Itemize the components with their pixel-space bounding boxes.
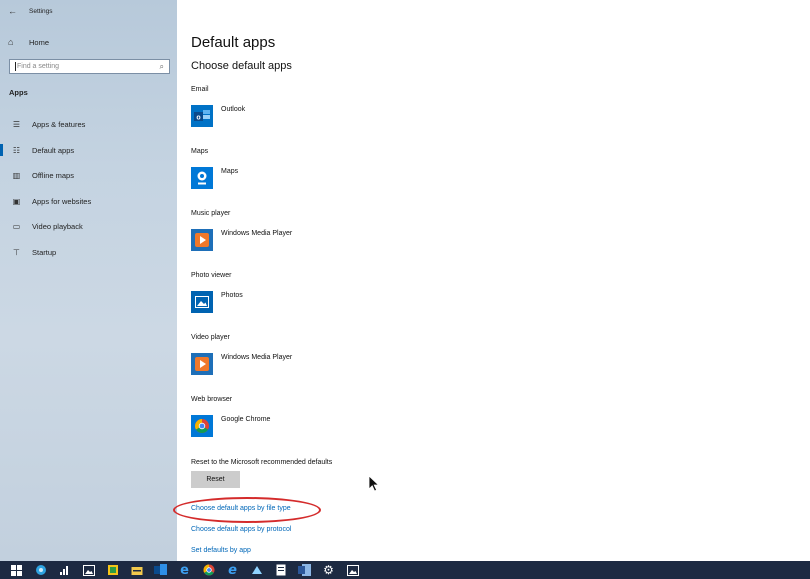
default-app-maps[interactable]: Maps bbox=[191, 167, 238, 189]
sidebar-item-label: Apps & features bbox=[32, 119, 86, 129]
sidebar-item-apps-features[interactable]: ☰ Apps & features bbox=[0, 114, 177, 134]
text-caret bbox=[15, 62, 16, 71]
category-label-video-player: Video player bbox=[191, 334, 230, 341]
google-chrome-icon bbox=[191, 415, 213, 437]
reset-label: Reset to the Microsoft recommended defau… bbox=[191, 459, 333, 466]
link-set-defaults-by-app[interactable]: Set defaults by app bbox=[191, 547, 251, 554]
app-name: Outlook bbox=[221, 106, 246, 113]
sidebar-item-label: Video playback bbox=[32, 221, 83, 231]
sidebar-home[interactable]: ⌂ Home bbox=[8, 37, 49, 47]
app-name: Windows Media Player bbox=[221, 354, 293, 361]
word-icon[interactable] bbox=[298, 564, 311, 577]
video-playback-icon: ▭ bbox=[12, 221, 21, 231]
outlook-taskbar-icon[interactable] bbox=[154, 564, 167, 577]
app-name: Photos bbox=[221, 292, 243, 299]
sidebar-item-label: Startup bbox=[32, 247, 57, 257]
apps-for-websites-icon: ▣ bbox=[12, 196, 21, 206]
apps-features-icon: ☰ bbox=[12, 119, 21, 129]
photos-taskbar-icon[interactable] bbox=[346, 564, 359, 577]
category-label-music-player: Music player bbox=[191, 210, 231, 217]
sidebar-item-label: Default apps bbox=[32, 145, 75, 155]
back-arrow-icon[interactable]: ← bbox=[8, 6, 17, 16]
sidebar-item-label: Offline maps bbox=[32, 170, 74, 180]
document-icon[interactable] bbox=[274, 564, 287, 577]
edge-icon[interactable]: e bbox=[178, 563, 191, 578]
home-label: Home bbox=[29, 37, 50, 47]
page-subtitle: Choose default apps bbox=[191, 60, 292, 72]
windows-media-player-icon bbox=[191, 229, 213, 251]
search-input[interactable]: Find a setting ⌕ bbox=[9, 59, 170, 74]
chrome-icon[interactable] bbox=[202, 564, 215, 577]
start-windows-icon[interactable] bbox=[10, 564, 23, 577]
sidebar-item-label: Apps for websites bbox=[32, 196, 92, 206]
annotation-ellipse bbox=[173, 497, 321, 523]
category-label-web-browser: Web browser bbox=[191, 396, 233, 403]
settings-gear-icon[interactable]: ⚙ bbox=[322, 563, 335, 577]
app-name: Maps bbox=[221, 168, 239, 175]
title-bar: ← Settings bbox=[0, 0, 177, 22]
default-app-photo-viewer[interactable]: Photos bbox=[191, 291, 243, 313]
windows-media-player-icon bbox=[191, 353, 213, 375]
image-icon[interactable] bbox=[82, 564, 95, 577]
window-title: Settings bbox=[29, 7, 53, 15]
offline-maps-icon: ▥ bbox=[12, 170, 21, 180]
sidebar-item-video-playback[interactable]: ▭ Video playback bbox=[0, 216, 177, 236]
default-app-web-browser[interactable]: Google Chrome bbox=[191, 415, 270, 437]
default-app-music-player[interactable]: Windows Media Player bbox=[191, 229, 292, 251]
sidebar: ← Settings ⌂ Home Find a setting ⌕ Apps … bbox=[0, 0, 177, 561]
sidebar-item-default-apps[interactable]: ☷ Default apps bbox=[0, 140, 177, 160]
outlook-icon: o bbox=[191, 105, 213, 127]
category-label-email: Email bbox=[191, 86, 209, 93]
search-placeholder: Find a setting bbox=[17, 63, 60, 70]
app-name: Google Chrome bbox=[221, 416, 271, 423]
mouse-cursor-icon bbox=[368, 475, 380, 492]
taskbar: e e ⚙ bbox=[0, 561, 810, 579]
main-content: Default apps Choose default apps Email o… bbox=[191, 0, 791, 561]
sticky-notes-icon[interactable] bbox=[106, 564, 119, 577]
search-icon[interactable]: ⌕ bbox=[160, 62, 164, 72]
app-name: Windows Media Player bbox=[221, 230, 293, 237]
sidebar-item-apps-for-websites[interactable]: ▣ Apps for websites bbox=[0, 191, 177, 211]
page-title: Default apps bbox=[191, 34, 276, 51]
photos-icon bbox=[191, 291, 213, 313]
svg-text:o: o bbox=[196, 114, 200, 121]
file-explorer-icon[interactable] bbox=[130, 564, 143, 577]
home-icon: ⌂ bbox=[8, 37, 14, 47]
link-default-apps-by-protocol[interactable]: Choose default apps by protocol bbox=[191, 526, 291, 533]
default-apps-icon: ☷ bbox=[12, 145, 21, 155]
reset-button[interactable]: Reset bbox=[191, 471, 240, 488]
internet-explorer-icon[interactable]: e bbox=[226, 563, 239, 578]
default-app-email[interactable]: o Outlook bbox=[191, 105, 245, 127]
category-label-maps: Maps bbox=[191, 148, 209, 155]
maps-icon bbox=[191, 167, 213, 189]
category-label-photo-viewer: Photo viewer bbox=[191, 272, 232, 279]
cortana-icon[interactable] bbox=[34, 564, 47, 577]
section-heading: Apps bbox=[9, 88, 28, 97]
sidebar-item-offline-maps[interactable]: ▥ Offline maps bbox=[0, 165, 177, 185]
default-app-video-player[interactable]: Windows Media Player bbox=[191, 353, 292, 375]
sidebar-item-startup[interactable]: ⊤ Startup bbox=[0, 242, 177, 262]
media-player-taskbar-icon[interactable] bbox=[250, 564, 263, 577]
signal-bars-icon[interactable] bbox=[58, 564, 71, 577]
startup-icon: ⊤ bbox=[13, 247, 20, 257]
